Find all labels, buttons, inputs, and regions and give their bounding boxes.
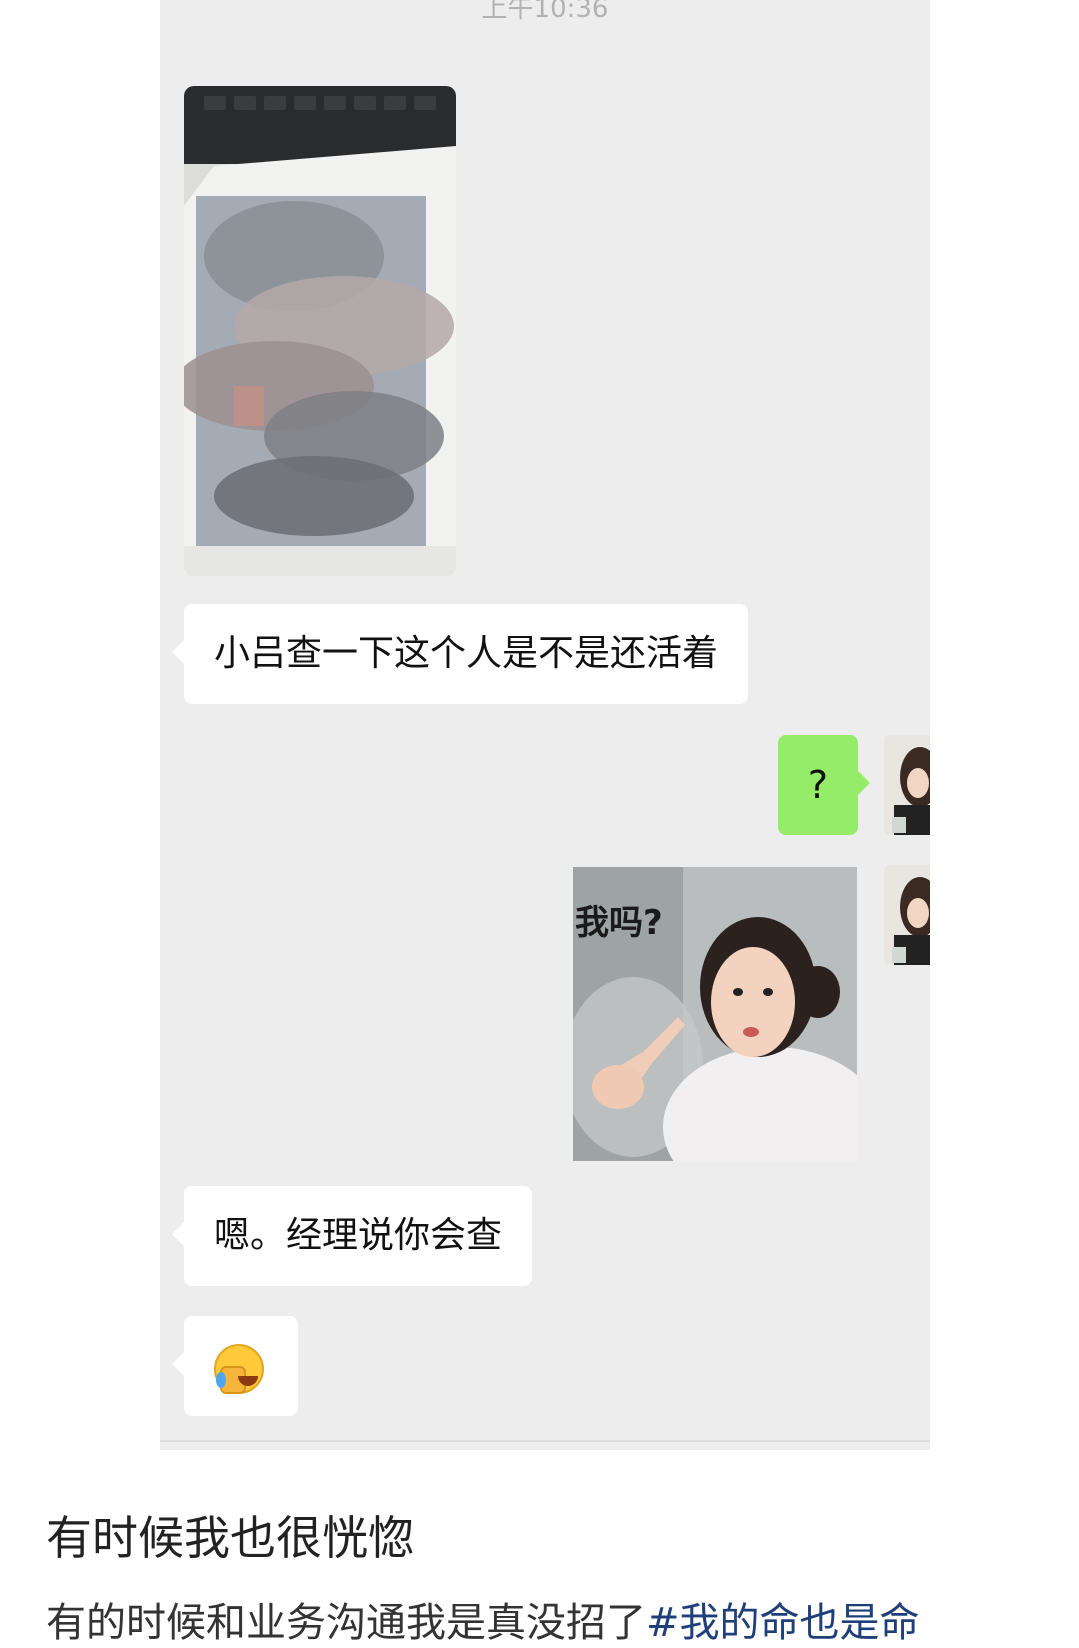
avatar[interactable] xyxy=(884,865,930,965)
post-title: 有时候我也很恍惚 xyxy=(46,1511,414,1565)
message-text: ? xyxy=(807,763,829,807)
avatar-image-icon xyxy=(884,865,930,965)
sticker-message[interactable]: 我吗? xyxy=(573,867,857,1161)
message-text: 嗯。经理说你会查 xyxy=(214,1215,503,1256)
message-bubble[interactable]: 嗯。经理说你会查 xyxy=(171,1186,533,1286)
id-card-photo-icon xyxy=(184,86,456,576)
avatar-image-icon xyxy=(884,735,930,835)
message-bubble-sent[interactable]: ? xyxy=(778,735,870,835)
message-bubble[interactable]: 小吕查一下这个人是不是还活着 xyxy=(171,604,749,704)
facepalm-crying-emoji-icon xyxy=(214,1344,264,1394)
message-bubble[interactable] xyxy=(172,1316,298,1416)
hashtag-link[interactable]: #我的命也是命 xyxy=(646,1600,920,1646)
chat-window: 上午10:36 小吕查一下这个人是不是还活着 ? 我吗? 嗯。经理说你会查 xyxy=(160,0,930,1450)
chat-timestamp: 上午10:36 xyxy=(481,0,609,24)
post-body-text: 有的时候和业务沟通我是真没招了 xyxy=(46,1600,646,1646)
sticker-caption: 我吗? xyxy=(575,903,663,943)
post-body: 有的时候和业务沟通我是真没招了#我的命也是命 xyxy=(46,1590,920,1648)
image-message[interactable] xyxy=(184,86,456,576)
divider xyxy=(160,1440,930,1442)
message-text: 小吕查一下这个人是不是还活着 xyxy=(214,633,719,674)
avatar[interactable] xyxy=(884,735,930,835)
